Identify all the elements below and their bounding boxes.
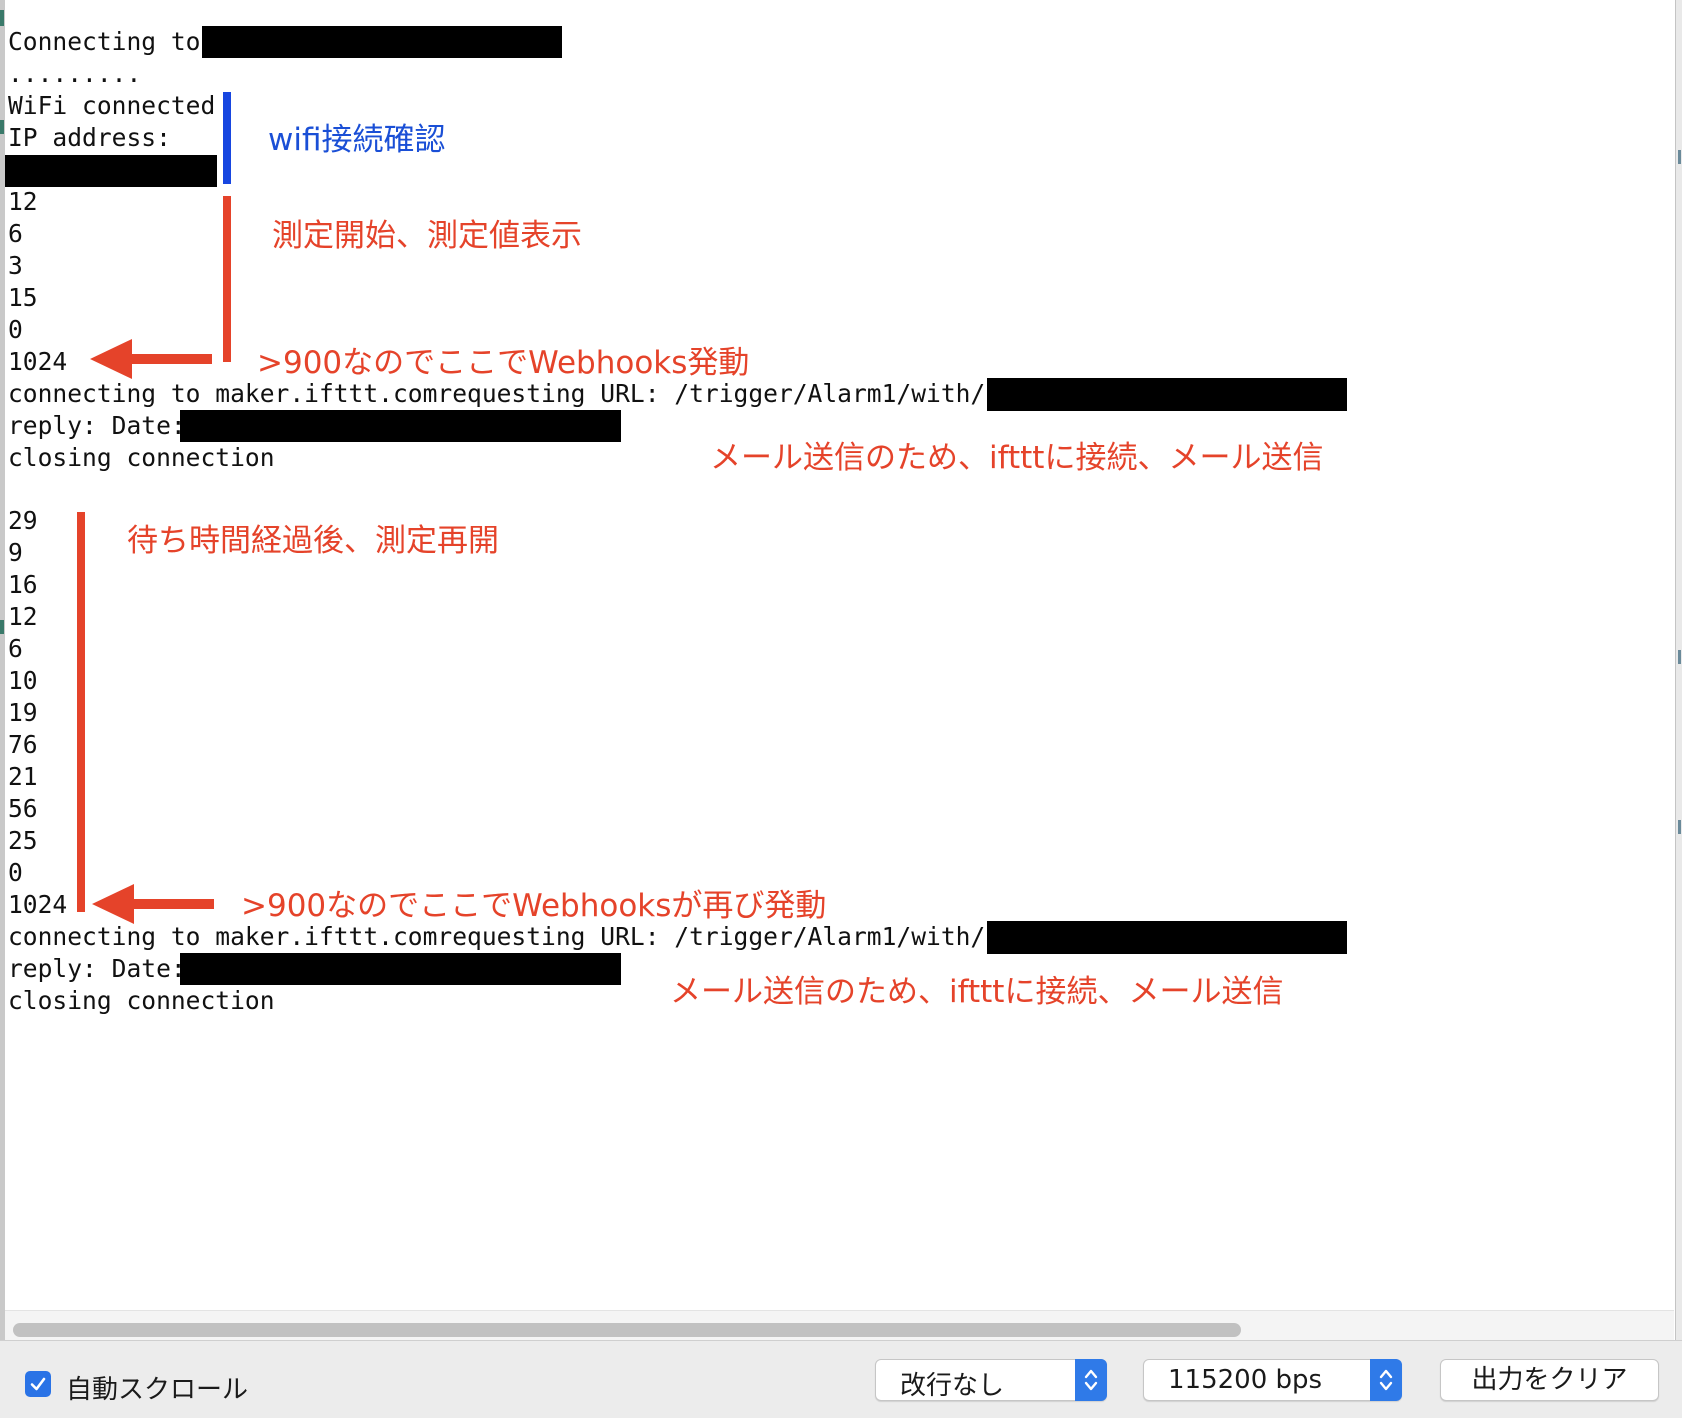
output-line: 10 xyxy=(8,666,38,695)
output-line: 19 xyxy=(8,698,38,727)
restart-bracket-bar xyxy=(77,512,85,912)
output-line: WiFi connected xyxy=(8,91,216,120)
select-stepper[interactable] xyxy=(1075,1359,1107,1401)
output-line: reply: Date: xyxy=(8,954,186,983)
output-line: 0 xyxy=(8,315,23,344)
clear-output-button[interactable]: 出力をクリア xyxy=(1440,1359,1659,1401)
output-line: reply: Date: xyxy=(8,411,186,440)
output-line: IP address: xyxy=(8,123,171,152)
output-line: 16 xyxy=(8,570,38,599)
output-line: 25 xyxy=(8,826,38,855)
output-line: connecting to maker.ifttt.comrequesting … xyxy=(8,379,1045,408)
redacted-ssid xyxy=(202,26,562,58)
autoscroll-checkbox[interactable] xyxy=(25,1371,51,1397)
output-line: 9 xyxy=(8,538,23,567)
left-arrow-icon xyxy=(92,884,214,924)
output-line: 6 xyxy=(8,634,23,663)
output-line: 1024 xyxy=(8,347,68,376)
output-line: 12 xyxy=(8,187,38,216)
checkmark-icon xyxy=(30,1377,46,1391)
autoscroll-label[interactable]: 自動スクロール xyxy=(66,1369,248,1406)
output-line: ......... xyxy=(8,59,142,88)
output-line: closing connection xyxy=(8,443,275,472)
output-line: 0 xyxy=(8,858,23,887)
left-arrow-icon xyxy=(90,339,212,379)
baud-rate-value: 115200 bps xyxy=(1168,1365,1323,1395)
annotation-mail-send: メール送信のため、iftttに接続、メール送信 xyxy=(710,440,1324,476)
output-line: 3 xyxy=(8,251,23,280)
scrollbar-thumb[interactable] xyxy=(13,1323,1241,1337)
annotation-mail-send: メール送信のため、iftttに接続、メール送信 xyxy=(670,974,1284,1010)
up-down-chevron-icon xyxy=(1379,1369,1393,1391)
annotation-measure-restart: 待ち時間経過後、測定再開 xyxy=(127,523,499,559)
output-line: closing connection xyxy=(8,986,275,1015)
output-line: 21 xyxy=(8,762,38,791)
horizontal-scrollbar[interactable] xyxy=(5,1310,1674,1341)
output-line: 15 xyxy=(8,283,38,312)
up-down-chevron-icon xyxy=(1084,1369,1098,1391)
output-line: 12 xyxy=(8,602,38,631)
redacted-webhook-key xyxy=(987,921,1347,954)
output-line: 6 xyxy=(8,219,23,248)
baud-rate-select[interactable]: 115200 bps xyxy=(1143,1359,1402,1401)
annotation-measure-start: 測定開始、測定値表示 xyxy=(272,218,582,254)
output-line: 76 xyxy=(8,730,38,759)
output-line: Connecting to xyxy=(8,27,201,56)
redacted-ip-address xyxy=(5,155,217,187)
serial-monitor-window: Connecting to ......... WiFi connected I… xyxy=(0,0,1682,1418)
serial-output-area[interactable]: Connecting to ......... WiFi connected I… xyxy=(5,0,1674,1310)
output-line: 56 xyxy=(8,794,38,823)
line-ending-value: 改行なし xyxy=(900,1371,1005,1401)
redacted-reply-date xyxy=(180,953,621,985)
wifi-bracket-bar xyxy=(223,92,231,184)
line-ending-select[interactable]: 改行なし xyxy=(875,1359,1107,1401)
annotation-wifi-check: wifi接続確認 xyxy=(268,122,446,158)
annotation-webhooks-trigger: >900なのでここでWebhooks発動 xyxy=(257,345,750,381)
bottom-toolbar: 自動スクロール 改行なし 115200 bps 出力をクリア xyxy=(0,1340,1682,1418)
redacted-reply-date xyxy=(180,410,621,442)
select-stepper[interactable] xyxy=(1370,1359,1402,1401)
measure-bracket-bar xyxy=(223,196,231,362)
annotation-webhooks-retrigger: >900なのでここでWebhooksが再び発動 xyxy=(241,888,827,924)
output-line: 1024 xyxy=(8,890,68,919)
output-line: 29 xyxy=(8,506,38,535)
redacted-webhook-key xyxy=(987,378,1347,411)
right-window-edge xyxy=(1675,0,1682,1340)
